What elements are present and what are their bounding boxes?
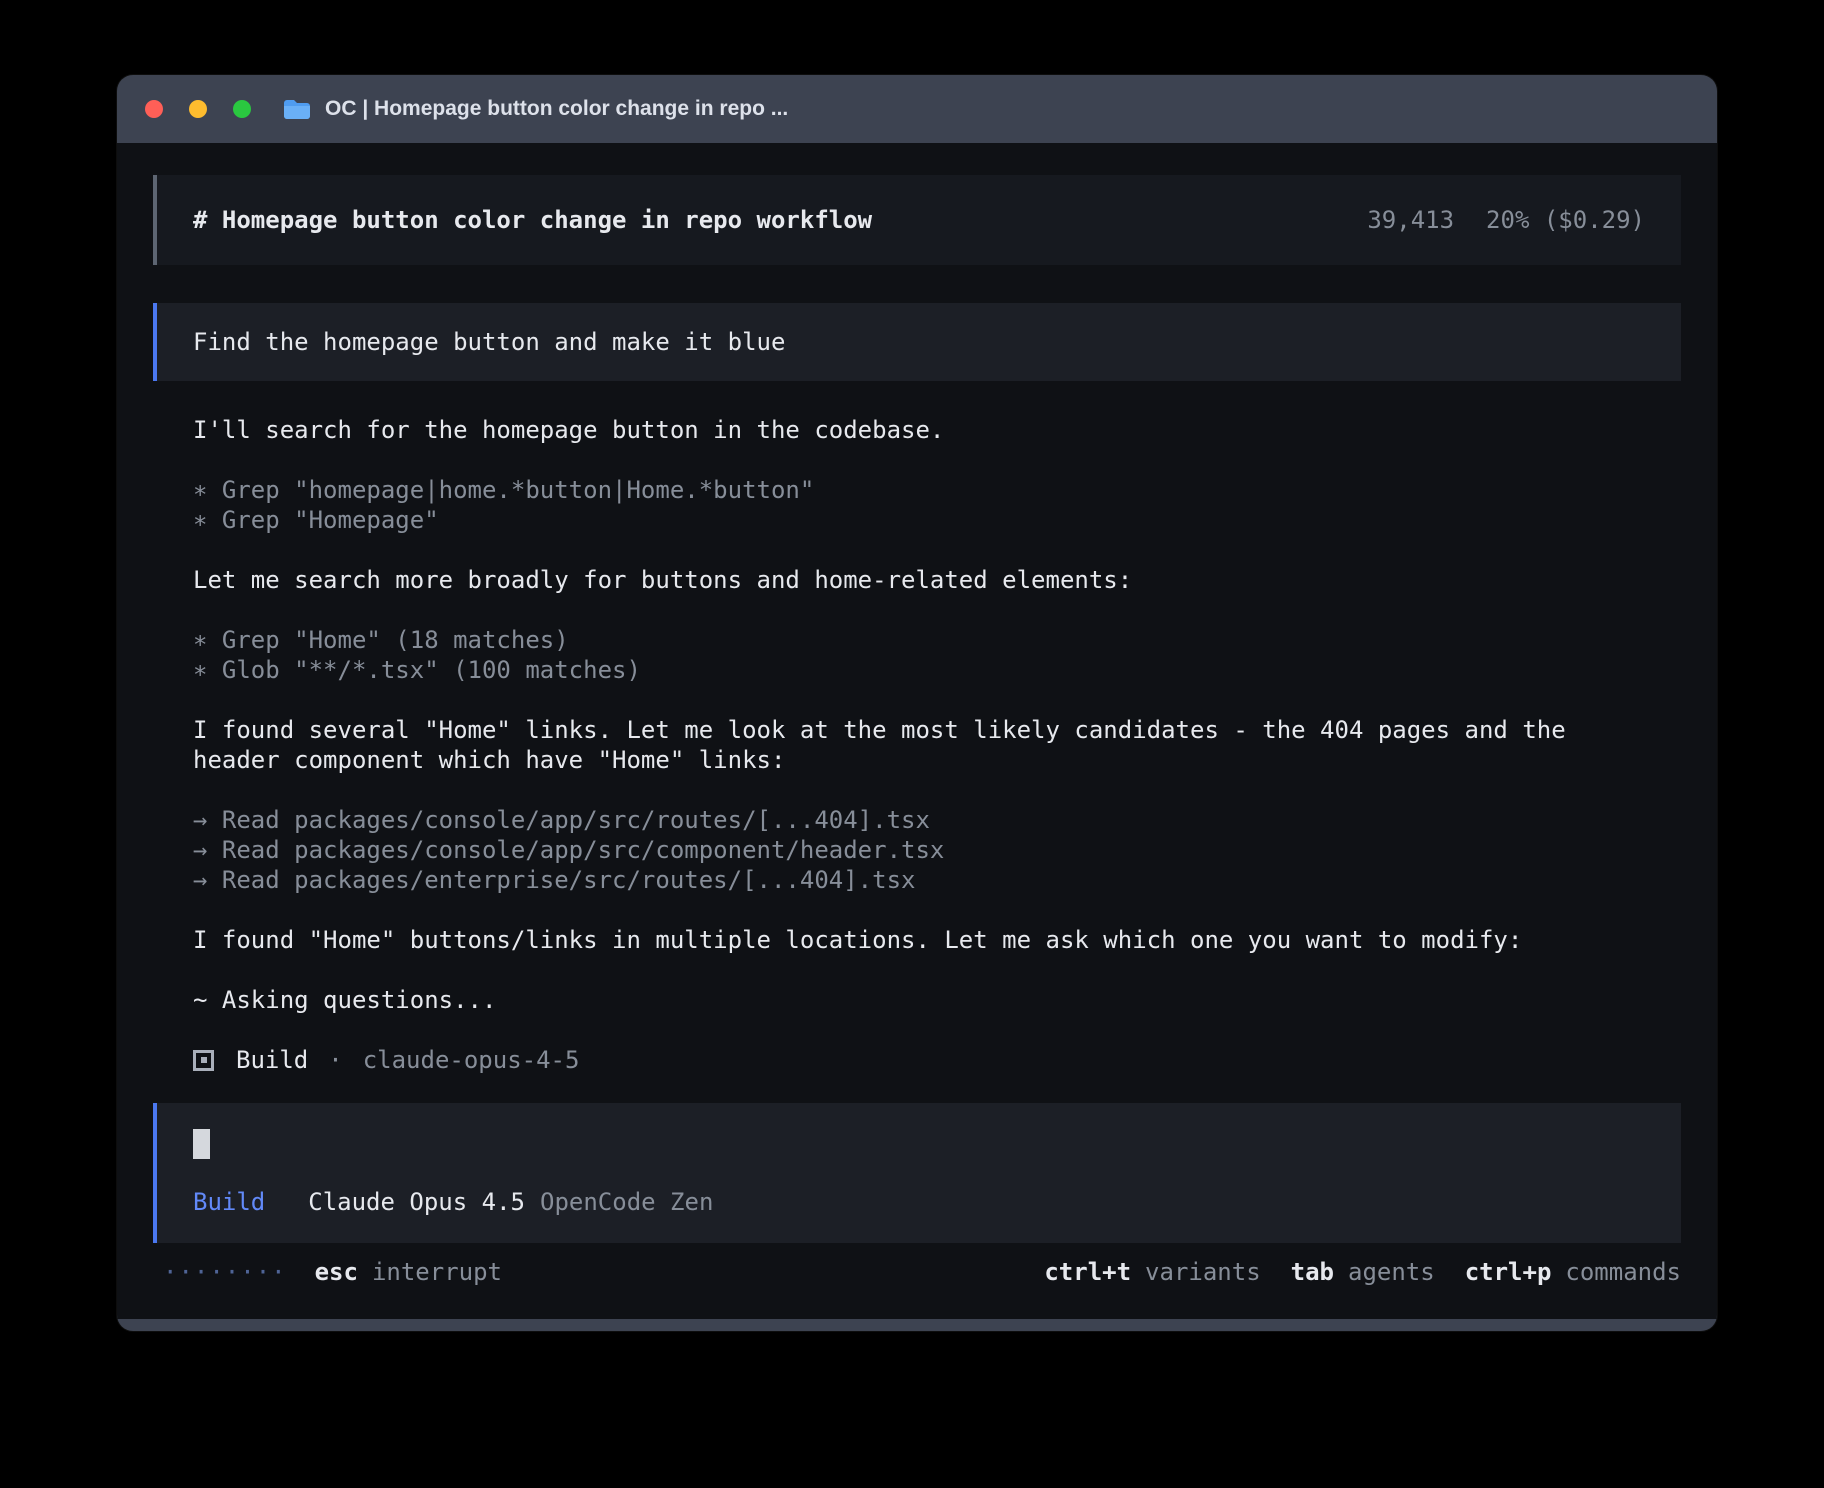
agent-icon bbox=[193, 1050, 214, 1071]
user-message: Find the homepage button and make it blu… bbox=[153, 303, 1681, 381]
model-name: Claude Opus 4.5 bbox=[308, 1187, 525, 1217]
token-count: 39,413 bbox=[1367, 206, 1454, 234]
tool-call-group: ∗ Grep "Home" (18 matches) ∗ Glob "**/*.… bbox=[193, 625, 1641, 685]
minimize-button[interactable] bbox=[189, 100, 207, 118]
separator-dot: · bbox=[328, 1045, 342, 1075]
status-left: ········ esc interrupt bbox=[163, 1257, 502, 1287]
folder-icon bbox=[283, 98, 311, 120]
terminal-content: # Homepage button color change in repo w… bbox=[117, 143, 1717, 1319]
assistant-text: I found several "Home" links. Let me loo… bbox=[193, 715, 1641, 775]
session-stats: 39,413 20% ($0.29) bbox=[1367, 206, 1645, 234]
input-meta: Build Claude Opus 4.5 OpenCode Zen bbox=[193, 1187, 1645, 1217]
window-title: OC | Homepage button color change in rep… bbox=[325, 97, 788, 121]
tool-call-grep: ∗ Grep "Home" (18 matches) bbox=[193, 625, 1641, 655]
titlebar[interactable]: OC | Homepage button color change in rep… bbox=[117, 75, 1717, 143]
shortcut-label: commands bbox=[1565, 1257, 1681, 1287]
tool-call-read: → Read packages/enterprise/src/routes/[.… bbox=[193, 865, 1641, 895]
tool-call-grep: ∗ Grep "Homepage" bbox=[193, 505, 1641, 535]
assistant-text: I'll search for the homepage button in t… bbox=[193, 415, 1641, 445]
close-button[interactable] bbox=[145, 100, 163, 118]
assistant-text: Let me search more broadly for buttons a… bbox=[193, 565, 1641, 595]
user-message-text: Find the homepage button and make it blu… bbox=[193, 328, 785, 356]
context-usage: 20% ($0.29) bbox=[1486, 206, 1645, 234]
shortcut-key: ctrl+t bbox=[1044, 1257, 1131, 1287]
assistant-text: I found "Home" buttons/links in multiple… bbox=[193, 925, 1641, 955]
text-cursor bbox=[193, 1129, 210, 1159]
esc-label: interrupt bbox=[372, 1257, 502, 1287]
shortcut-variants: ctrl+t variants bbox=[1044, 1257, 1260, 1287]
session-title: # Homepage button color change in repo w… bbox=[193, 206, 872, 234]
zoom-button[interactable] bbox=[233, 100, 251, 118]
tool-call-read: → Read packages/console/app/src/componen… bbox=[193, 835, 1641, 865]
status-bar: ········ esc interrupt ctrl+t variants t… bbox=[153, 1257, 1681, 1287]
session-header: # Homepage button color change in repo w… bbox=[153, 175, 1681, 265]
agent-model: claude-opus-4-5 bbox=[363, 1045, 580, 1075]
activity-dots: ········ bbox=[163, 1257, 287, 1287]
tool-call-group: → Read packages/console/app/src/routes/[… bbox=[193, 805, 1641, 895]
provider-name: OpenCode Zen bbox=[540, 1187, 713, 1217]
tool-call-glob: ∗ Glob "**/*.tsx" (100 matches) bbox=[193, 655, 1641, 685]
shortcut-commands: ctrl+p commands bbox=[1465, 1257, 1681, 1287]
agent-status-line: Build · claude-opus-4-5 bbox=[193, 1045, 1641, 1075]
status-right: ctrl+t variants tab agents ctrl+p comman… bbox=[1044, 1257, 1681, 1287]
shortcut-label: agents bbox=[1348, 1257, 1435, 1287]
esc-shortcut: esc interrupt bbox=[315, 1257, 502, 1287]
shortcut-key: tab bbox=[1291, 1257, 1334, 1287]
assistant-output: I'll search for the homepage button in t… bbox=[153, 415, 1681, 1075]
esc-key: esc bbox=[315, 1257, 358, 1287]
window-controls bbox=[145, 100, 251, 118]
shortcut-key: ctrl+p bbox=[1465, 1257, 1552, 1287]
tool-call-group: ∗ Grep "homepage|home.*button|Home.*butt… bbox=[193, 475, 1641, 535]
terminal-window: OC | Homepage button color change in rep… bbox=[117, 75, 1717, 1331]
tool-call-read: → Read packages/console/app/src/routes/[… bbox=[193, 805, 1641, 835]
prompt-input[interactable]: Build Claude Opus 4.5 OpenCode Zen bbox=[153, 1103, 1681, 1243]
agent-name: Build bbox=[236, 1045, 308, 1075]
assistant-status: ~ Asking questions... bbox=[193, 985, 1641, 1015]
shortcut-label: variants bbox=[1145, 1257, 1261, 1287]
tool-call-grep: ∗ Grep "homepage|home.*button|Home.*butt… bbox=[193, 475, 1641, 505]
agent-mode-label: Build bbox=[193, 1187, 265, 1217]
shortcut-agents: tab agents bbox=[1291, 1257, 1435, 1287]
